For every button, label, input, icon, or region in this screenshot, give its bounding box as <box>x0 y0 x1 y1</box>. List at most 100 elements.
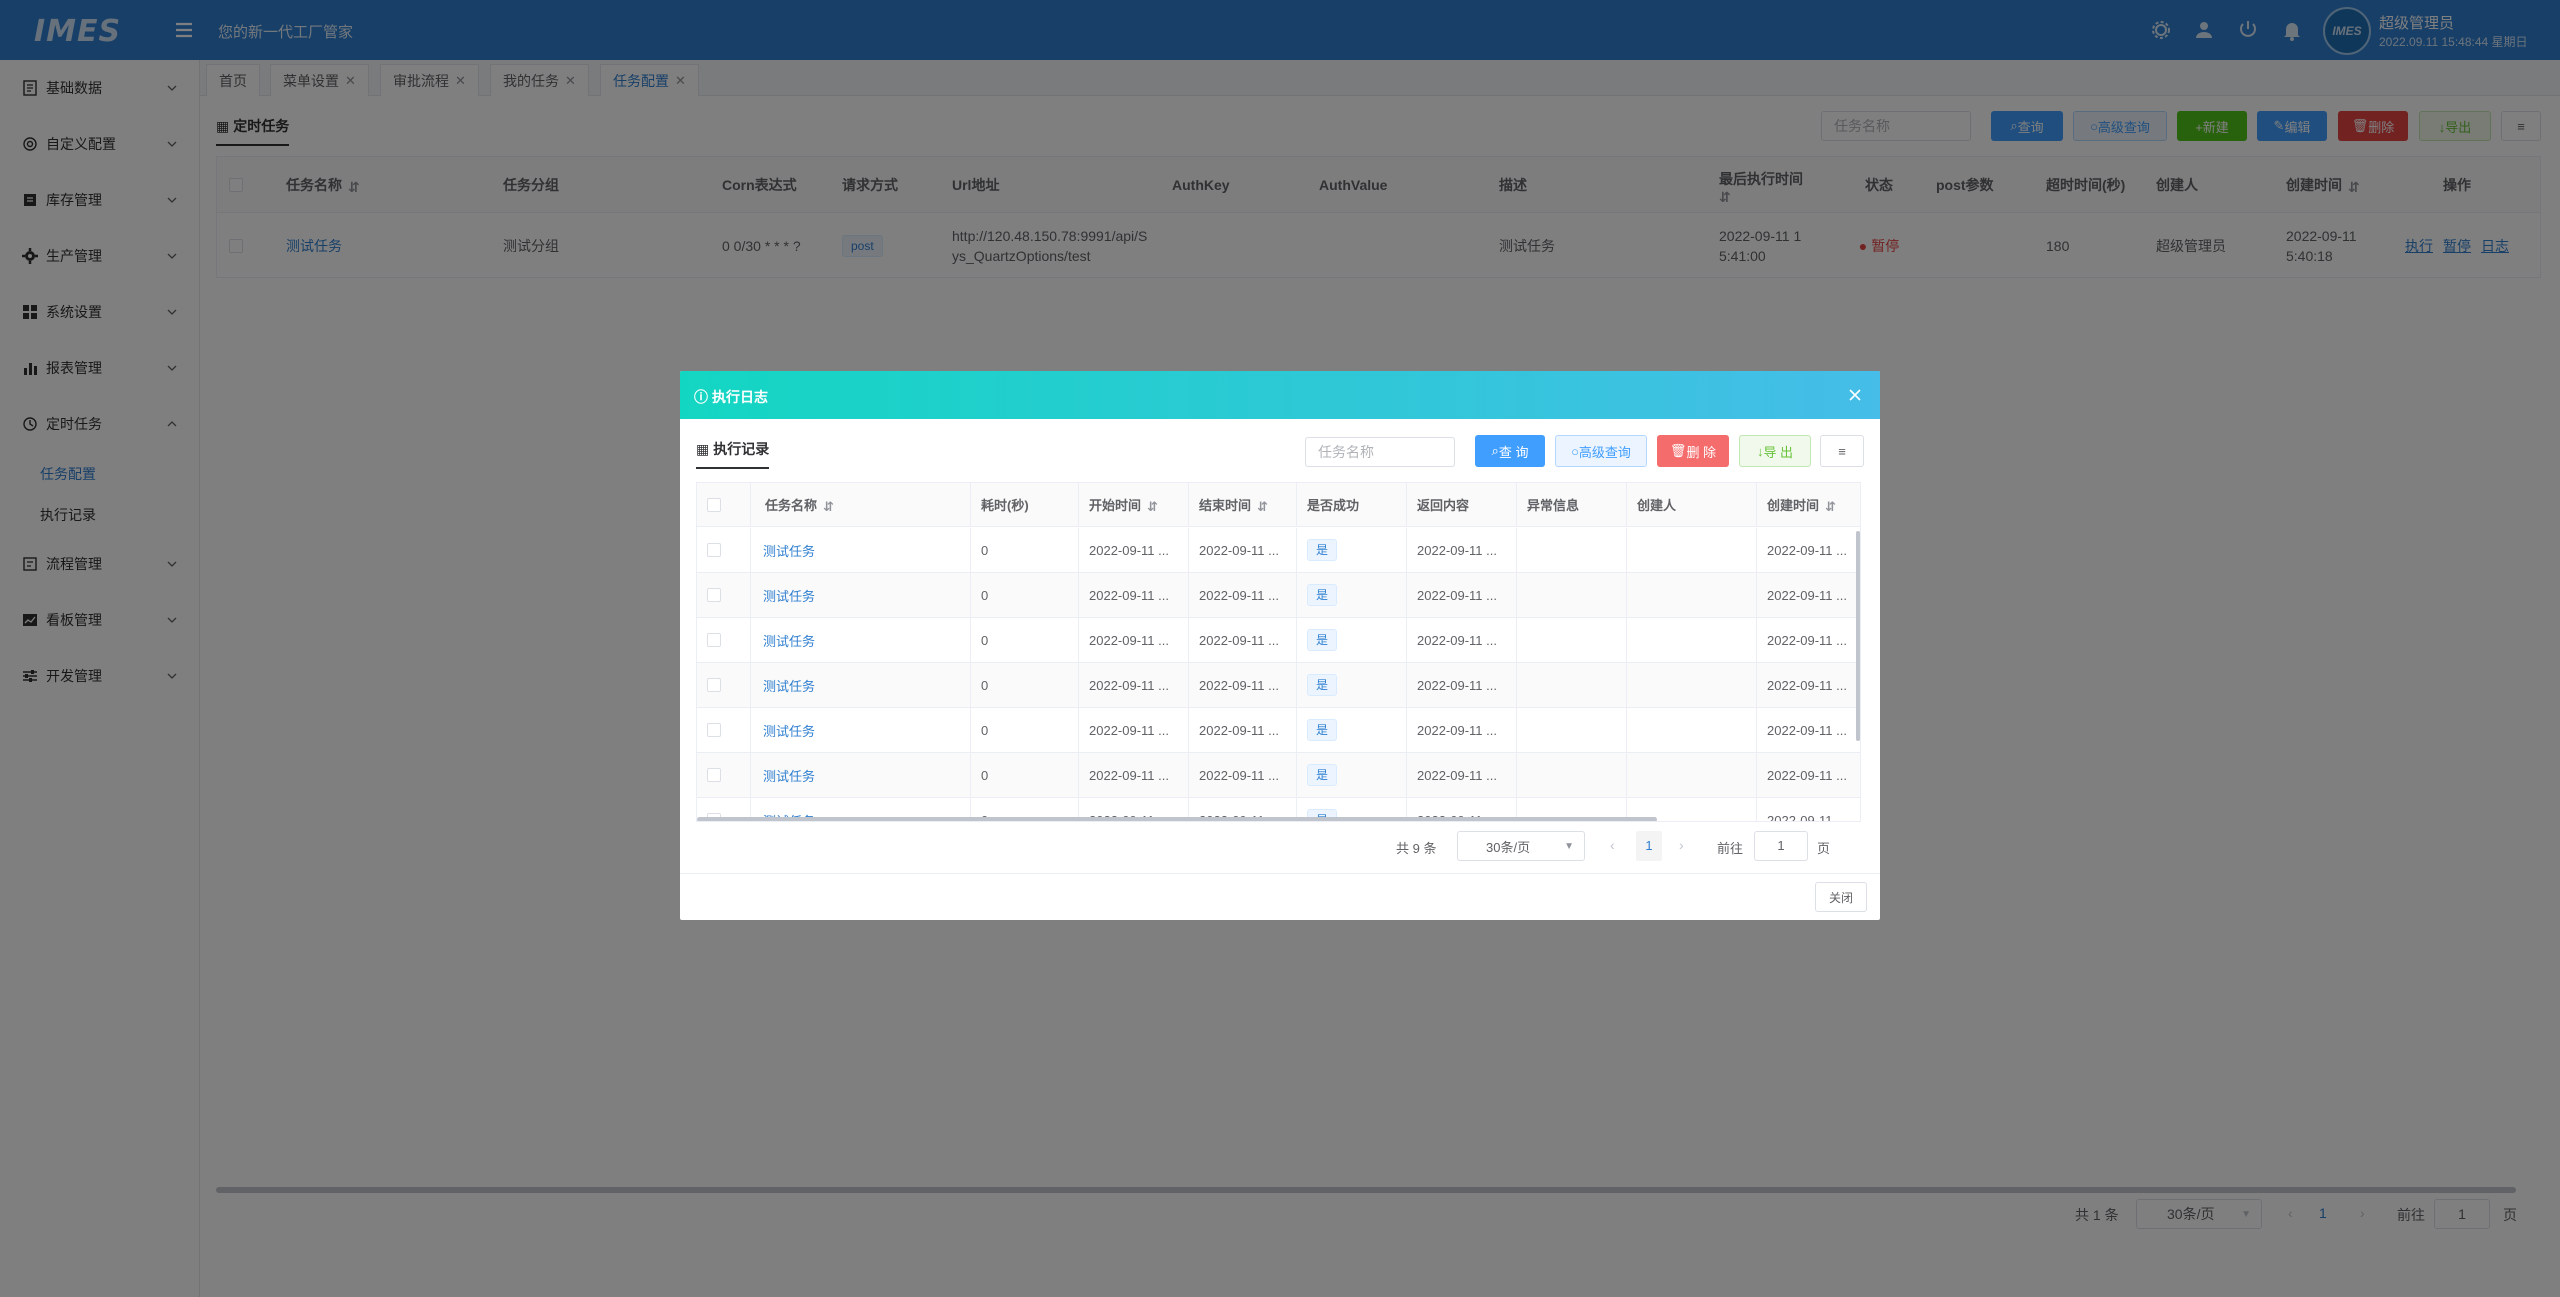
task-name-link[interactable]: 测试任务 <box>751 753 971 797</box>
created-time-cell: 2022-09-11 ... <box>1767 767 1847 783</box>
response-cell: 2022-09-11 ... <box>1407 708 1517 752</box>
start-time-cell: 2022-09-11 ... <box>1079 618 1189 662</box>
start-time-cell: 2022-09-11 ... <box>1079 528 1189 572</box>
dialog-footer-divider <box>680 873 1880 874</box>
elapsed-cell: 0 <box>971 573 1079 617</box>
column-header[interactable]: 开始时间 ⇵ <box>1079 483 1189 527</box>
success-cell: 是 <box>1297 573 1407 617</box>
dialog-goto-label: 前往 <box>1717 841 1744 856</box>
end-time-cell: 2022-09-11 ... <box>1189 618 1297 662</box>
dialog-close-button[interactable]: 关闭 <box>1815 882 1867 912</box>
select-all-checkbox[interactable] <box>707 497 721 512</box>
dialog-task-name-search-input[interactable] <box>1305 437 1455 467</box>
success-cell: 是 <box>1297 528 1407 572</box>
elapsed-cell: 0 <box>971 528 1079 572</box>
dialog-export-button[interactable]: ↓ 导 出 <box>1739 435 1811 467</box>
trash-icon: 🗑 <box>1669 443 1687 458</box>
dialog-header: ⓘ 执行日志 <box>680 371 1880 419</box>
column-header: 创建人 <box>1627 483 1757 527</box>
dialog-pagination-total: 共 9 条 <box>1396 841 1437 856</box>
task-name-link[interactable]: 测试任务 <box>751 528 971 572</box>
row-checkbox-cell <box>697 753 751 797</box>
success-tag: 是 <box>1307 719 1338 741</box>
sort-icon[interactable]: ⇵ <box>1257 499 1268 514</box>
task-name-link[interactable]: 测试任务 <box>751 618 971 662</box>
dialog-prev-page-button[interactable]: ‹ <box>1610 837 1615 853</box>
column-header: 返回内容 <box>1407 483 1517 527</box>
row-checkbox[interactable] <box>707 723 721 737</box>
execution-log-table: 任务名称 ⇵ 耗时(秒) 开始时间 ⇵ 结束时间 ⇵ 是否成功 返回内容 异常信息 创… <box>696 482 1861 822</box>
creator-cell <box>1627 573 1757 617</box>
elapsed-cell: 0 <box>971 663 1079 707</box>
start-time-cell: 2022-09-11 ... <box>1079 753 1189 797</box>
success-tag: 是 <box>1307 629 1338 651</box>
response-cell: 2022-09-11 ... <box>1407 528 1517 572</box>
table-row[interactable]: 测试任务 0 2022-09-11 ... 2022-09-11 ... 是 2… <box>697 708 1860 753</box>
error-cell <box>1517 573 1627 617</box>
created-time-cell: 2022-09-11 ... <box>1767 722 1847 738</box>
task-name-link[interactable]: 测试任务 <box>751 663 971 707</box>
dialog-query-button[interactable]: ⌕ 查 询 <box>1475 435 1545 467</box>
creator-cell <box>1627 753 1757 797</box>
sort-icon[interactable]: ⇵ <box>823 499 834 514</box>
table-row[interactable]: 测试任务 0 2022-09-11 ... 2022-09-11 ... 是 2… <box>697 618 1860 663</box>
sort-icon[interactable]: ⇵ <box>1825 499 1836 514</box>
task-name-link[interactable]: 测试任务 <box>751 573 971 617</box>
dialog-goto-page-input[interactable]: 1 <box>1754 831 1808 861</box>
dialog-current-page[interactable]: 1 <box>1636 831 1662 861</box>
column-header: 耗时(秒) <box>971 483 1079 527</box>
row-checkbox[interactable] <box>707 543 721 557</box>
column-header[interactable]: 结束时间 ⇵ <box>1189 483 1297 527</box>
row-checkbox-cell <box>697 708 751 752</box>
error-cell <box>1517 618 1627 662</box>
column-header[interactable]: 创建时间⇵ <box>1757 483 1860 527</box>
end-time-cell: 2022-09-11 ... <box>1189 528 1297 572</box>
row-checkbox[interactable] <box>707 633 721 647</box>
table-row[interactable]: 测试任务 0 2022-09-11 ... 2022-09-11 ... 是 2… <box>697 528 1860 573</box>
creator-cell <box>1627 663 1757 707</box>
success-cell: 是 <box>1297 753 1407 797</box>
row-checkbox[interactable] <box>707 678 721 692</box>
creator-cell <box>1627 708 1757 752</box>
column-header[interactable]: 任务名称⇵ <box>751 483 971 527</box>
start-time-cell: 2022-09-11 ... <box>1079 708 1189 752</box>
response-cell: 2022-09-11 ... <box>1407 753 1517 797</box>
dialog-column-settings-button[interactable]: ≡ <box>1820 435 1864 467</box>
column-header: 是否成功 <box>1297 483 1407 527</box>
dialog-page-size-select[interactable]: 30条/页 ▼ <box>1457 831 1585 861</box>
chevron-down-icon: ▼ <box>1564 840 1574 852</box>
end-time-cell: 2022-09-11 ... <box>1189 573 1297 617</box>
created-time-cell: 2022-09-11 ... <box>1767 677 1847 693</box>
close-icon[interactable] <box>1848 388 1862 402</box>
error-cell <box>1517 663 1627 707</box>
task-name-link[interactable]: 测试任务 <box>751 708 971 752</box>
dialog-next-page-button[interactable]: › <box>1679 837 1684 853</box>
table-row[interactable]: 测试任务 0 2022-09-11 ... 2022-09-11 ... 是 2… <box>697 753 1860 798</box>
elapsed-cell: 0 <box>971 708 1079 752</box>
execution-log-dialog: ⓘ执行日志 ▦执行记录 ⌕查 询 ○高级查询 🗑删 除 ↓导 出 ≡ 任务名称⇵… <box>680 371 1880 920</box>
row-checkbox[interactable] <box>707 768 721 782</box>
start-time-cell: 2022-09-11 ... <box>1079 663 1189 707</box>
dialog-horizontal-scrollbar[interactable] <box>697 817 1657 821</box>
success-tag: 是 <box>1307 764 1338 786</box>
row-checkbox[interactable] <box>707 588 721 602</box>
success-tag: 是 <box>1307 539 1338 561</box>
error-cell <box>1517 528 1627 572</box>
elapsed-cell: 0 <box>971 618 1079 662</box>
table-row[interactable]: 测试任务 0 2022-09-11 ... 2022-09-11 ... 是 2… <box>697 663 1860 708</box>
end-time-cell: 2022-09-11 ... <box>1189 708 1297 752</box>
search-icon: ⌕ <box>1491 443 1499 458</box>
dialog-advanced-query-button[interactable]: ○ 高级查询 <box>1555 435 1647 467</box>
sort-icon[interactable]: ⇵ <box>1147 499 1158 514</box>
dialog-delete-button[interactable]: 🗑 删 除 <box>1657 435 1729 467</box>
dialog-vertical-scrollbar[interactable] <box>1856 531 1860 741</box>
row-checkbox-cell <box>697 618 751 662</box>
start-time-cell: 2022-09-11 ... <box>1079 573 1189 617</box>
created-time-cell: 2022-09-11 ... <box>1767 542 1847 558</box>
table-row[interactable]: 测试任务 0 2022-09-11 ... 2022-09-11 ... 是 2… <box>697 573 1860 618</box>
success-cell: 是 <box>1297 663 1407 707</box>
column-header: 异常信息 <box>1517 483 1627 527</box>
row-checkbox-cell <box>697 573 751 617</box>
list-icon: ≡ <box>1838 443 1846 459</box>
success-tag: 是 <box>1307 584 1338 606</box>
